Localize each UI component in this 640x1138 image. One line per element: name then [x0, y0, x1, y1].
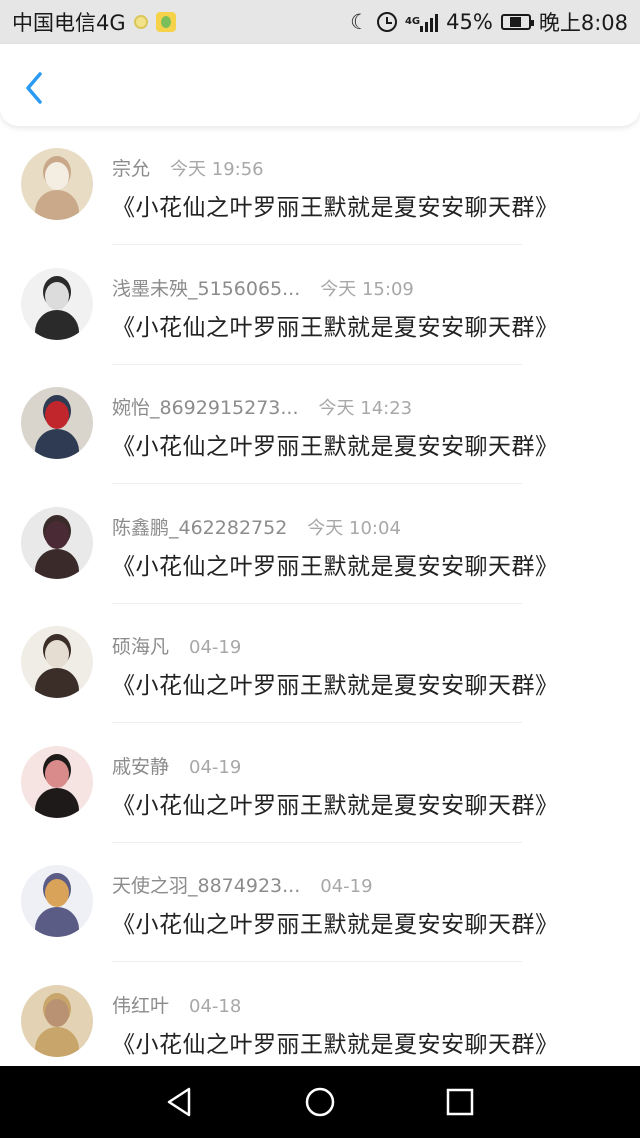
alarm-clock-icon	[376, 12, 397, 32]
system-navigation-bar	[0, 1066, 640, 1138]
square-recent-icon	[446, 1088, 474, 1116]
avatar-body-shape	[35, 787, 79, 818]
nav-recent-apps-button[interactable]	[440, 1082, 480, 1122]
message-time: 今天 14:23	[318, 398, 413, 419]
message-time: 04-18	[189, 995, 242, 1017]
battery-fill	[510, 17, 522, 27]
message-time: 04-19	[189, 637, 242, 658]
avatar-head-shape	[45, 162, 69, 190]
sender-name: 陈鑫鹏_462282752	[112, 516, 288, 539]
message-text: 《小花仙之叶罗丽王默就是夏安安聊天群》	[112, 792, 559, 819]
status-bar: 中国电信4G ☾ 4G 45% 晚上8:08	[0, 0, 640, 44]
message-list: 宗允 今天 19:56 《小花仙之叶罗丽王默就是夏安安聊天群》 浅墨未殃_515606…	[0, 126, 640, 1082]
avatar[interactable]	[21, 148, 93, 220]
avatar-body-shape	[35, 190, 79, 220]
message-text: 《小花仙之叶罗丽王默就是夏安安聊天群》	[112, 1031, 559, 1058]
list-item[interactable]: 宗允 今天 19:56 《小花仙之叶罗丽王默就是夏安安聊天群》	[0, 126, 640, 246]
avatar-body-shape	[35, 1026, 79, 1057]
sender-name: 浅墨未殃_5156065...	[112, 277, 301, 300]
app-notification-icon	[155, 12, 176, 32]
notification-dot-icon	[133, 15, 148, 29]
avatar-body-shape	[35, 548, 79, 579]
message-time: 今天 19:56	[170, 159, 264, 180]
message-text: 《小花仙之叶罗丽王默就是夏安安聊天群》	[112, 434, 559, 460]
avatar-head-shape	[45, 759, 69, 788]
row-meta: 戚安静 04-19	[112, 752, 241, 779]
triangle-back-icon	[167, 1087, 191, 1117]
chevron-left-icon	[26, 72, 42, 104]
message-text: 《小花仙之叶罗丽王默就是夏安安聊天群》	[112, 195, 559, 221]
avatar[interactable]	[21, 387, 93, 459]
row-meta: 硕海凡 04-19	[112, 632, 241, 659]
nav-home-button[interactable]	[300, 1082, 340, 1122]
avatar-body-shape	[35, 668, 79, 698]
list-item[interactable]: 硕海凡 04-19 《小花仙之叶罗丽王默就是夏安安聊天群》	[0, 604, 640, 724]
list-item[interactable]: 浅墨未殃_5156065... 今天 15:09 《小花仙之叶罗丽王默就是夏安安聊天…	[0, 246, 640, 366]
list-item[interactable]: 天使之羽_8874923... 04-19 《小花仙之叶罗丽王默就是夏安安聊天群》	[0, 843, 640, 963]
avatar-head-shape	[45, 998, 69, 1027]
avatar[interactable]	[21, 984, 93, 1057]
avatar-head-shape	[45, 401, 69, 429]
row-meta: 婉怡_8692915273... 今天 14:23	[112, 393, 412, 420]
battery-percent: 45%	[446, 10, 493, 34]
circle-home-icon	[305, 1087, 335, 1117]
carrier-label: 中国电信4G	[12, 11, 126, 35]
avatar[interactable]	[21, 745, 93, 818]
avatar-head-shape	[45, 879, 69, 907]
avatar-body-shape	[35, 907, 79, 937]
nav-back-button[interactable]	[160, 1082, 200, 1122]
clock-time: 晚上8:08	[538, 11, 628, 35]
status-right: ☾ 4G 45% 晚上8:08	[350, 7, 628, 37]
sender-name: 戚安静	[112, 755, 170, 778]
avatar-head-shape	[45, 520, 69, 549]
avatar[interactable]	[21, 865, 93, 937]
avatar-body-shape	[35, 429, 79, 459]
row-meta: 伟红叶 04-18	[112, 991, 241, 1018]
list-item[interactable]: 伟红叶 04-18 《小花仙之叶罗丽王默就是夏安安聊天群》	[0, 963, 640, 1083]
row-meta: 天使之羽_8874923... 04-19	[112, 871, 373, 898]
battery-icon	[500, 14, 534, 30]
message-time: 今天 15:09	[320, 278, 414, 300]
sender-name: 宗允	[112, 158, 151, 180]
top-app-bar	[0, 44, 640, 126]
list-item[interactable]: 陈鑫鹏_462282752 今天 10:04 《小花仙之叶罗丽王默就是夏安安聊天群》	[0, 485, 640, 605]
avatar[interactable]	[21, 267, 93, 340]
network-type-label: 4G	[404, 16, 421, 27]
sender-name: 婉怡_8692915273...	[112, 397, 299, 419]
avatar-head-shape	[45, 281, 69, 310]
message-time: 今天 10:04	[307, 517, 401, 539]
message-text: 《小花仙之叶罗丽王默就是夏安安聊天群》	[112, 553, 559, 580]
signal-group: 4G	[404, 12, 439, 32]
row-meta: 浅墨未殃_5156065... 今天 15:09	[112, 274, 414, 301]
sender-name: 硕海凡	[112, 636, 170, 658]
row-meta: 宗允 今天 19:56	[112, 154, 264, 181]
row-meta: 陈鑫鹏_462282752 今天 10:04	[112, 513, 401, 540]
message-time: 04-19	[320, 876, 373, 897]
sender-name: 伟红叶	[112, 994, 170, 1017]
avatar-head-shape	[45, 640, 69, 668]
list-item[interactable]: 婉怡_8692915273... 今天 14:23 《小花仙之叶罗丽王默就是夏安安聊…	[0, 365, 640, 485]
signal-bars-icon	[420, 12, 439, 32]
avatar[interactable]	[21, 626, 93, 698]
message-text: 《小花仙之叶罗丽王默就是夏安安聊天群》	[112, 673, 559, 699]
list-item[interactable]: 戚安静 04-19 《小花仙之叶罗丽王默就是夏安安聊天群》	[0, 724, 640, 844]
message-time: 04-19	[189, 756, 242, 778]
message-text: 《小花仙之叶罗丽王默就是夏安安聊天群》	[112, 314, 559, 341]
status-left: 中国电信4G	[12, 7, 176, 37]
back-button[interactable]	[18, 68, 52, 108]
avatar-body-shape	[35, 309, 79, 340]
message-text: 《小花仙之叶罗丽王默就是夏安安聊天群》	[112, 912, 559, 938]
sender-name: 天使之羽_8874923...	[112, 875, 301, 897]
avatar[interactable]	[21, 506, 93, 579]
do-not-disturb-moon-icon: ☾	[350, 10, 369, 34]
